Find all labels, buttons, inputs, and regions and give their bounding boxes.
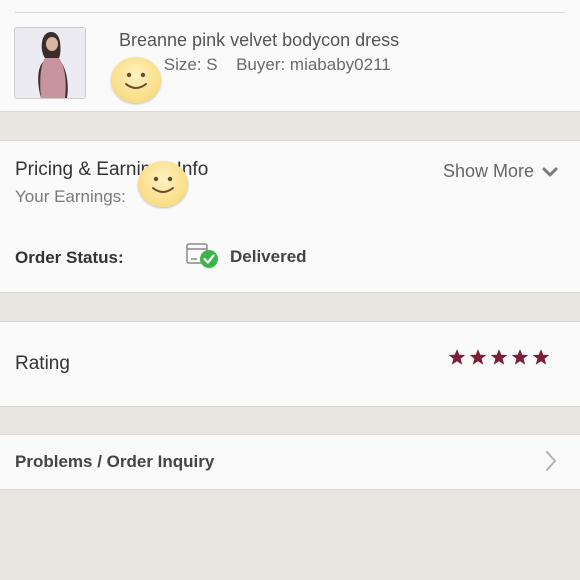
item-size: Size: S bbox=[163, 55, 218, 74]
item-thumbnail[interactable] bbox=[14, 27, 86, 99]
star-icon bbox=[469, 349, 487, 365]
top-divider bbox=[15, 12, 565, 13]
your-earnings-label: Your Earnings: bbox=[15, 187, 126, 206]
order-status-section: Order Status: Delivered bbox=[0, 223, 580, 293]
item-card[interactable]: Breanne pink velvet bodycon dress Size: … bbox=[0, 0, 580, 112]
chevron-right-icon bbox=[546, 451, 556, 471]
item-buyer: Buyer: miababy0211 bbox=[236, 55, 391, 74]
show-more-label: Show More bbox=[442, 161, 534, 181]
order-status-value: Delivered bbox=[230, 247, 307, 266]
problems-label: Problems / Order Inquiry bbox=[15, 452, 215, 471]
star-icon bbox=[448, 349, 466, 365]
rating-stars bbox=[448, 348, 550, 366]
show-more-button[interactable]: Show More bbox=[443, 161, 558, 182]
rating-section: Rating bbox=[0, 321, 580, 407]
smiley-sticker bbox=[111, 57, 161, 103]
pricing-earnings-section[interactable]: Pricing & Earnings Info Your Earnings: S… bbox=[0, 140, 580, 224]
item-title: Breanne pink velvet bodycon dress bbox=[119, 30, 400, 50]
chevron-down-icon bbox=[542, 167, 558, 176]
star-icon bbox=[532, 349, 550, 365]
order-status-label: Order Status: bbox=[15, 248, 124, 267]
smiley-sticker bbox=[138, 161, 188, 207]
delivered-box-icon bbox=[186, 243, 218, 268]
rating-label: Rating bbox=[15, 353, 70, 374]
star-icon bbox=[490, 349, 508, 365]
star-icon bbox=[511, 349, 529, 365]
problems-order-inquiry-row[interactable]: Problems / Order Inquiry bbox=[0, 434, 580, 490]
